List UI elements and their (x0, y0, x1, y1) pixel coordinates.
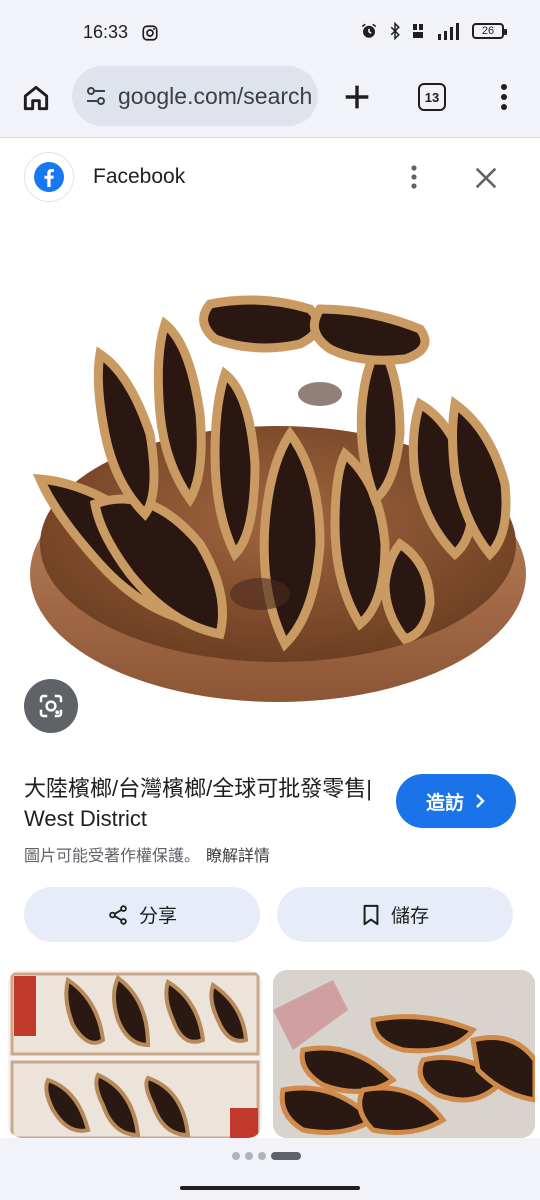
status-time: 16:33 (83, 22, 129, 42)
related-image-2[interactable] (273, 970, 535, 1138)
lens-icon (39, 694, 63, 718)
more-vert-icon[interactable] (494, 80, 514, 114)
url-text: google.com/search (118, 82, 313, 109)
tabs-icon[interactable]: 13 (418, 83, 446, 111)
carousel-dot-active (271, 1152, 301, 1160)
related-image-1[interactable] (8, 970, 262, 1138)
save-label: 儲存 (390, 906, 429, 927)
bottom-bar (0, 1138, 540, 1200)
chevron-right-icon (476, 794, 485, 808)
carousel-dot (232, 1152, 240, 1160)
visit-label: 造訪 (425, 792, 464, 814)
facebook-icon (24, 152, 74, 202)
alarm-icon (361, 23, 377, 38)
tab-count: 13 (424, 89, 440, 105)
carousel-indicator (232, 1152, 301, 1160)
gesture-home-indicator[interactable] (180, 1186, 360, 1190)
copyright-text: 圖片可能受著作權保護。 (24, 848, 201, 865)
source-header: Facebook (0, 140, 540, 214)
share-icon (109, 904, 127, 925)
more-vert-icon[interactable] (404, 162, 424, 192)
bookmark-icon (363, 904, 379, 925)
status-icons: 26 (360, 22, 507, 40)
copyright-notice: 圖片可能受著作權保護。 瞭解詳情 (24, 842, 270, 866)
learn-more-link[interactable]: 瞭解詳情 (206, 848, 270, 865)
plus-icon[interactable] (340, 80, 374, 114)
share-label: 分享 (138, 906, 177, 927)
battery-level: 26 (481, 25, 495, 37)
bluetooth-icon (390, 22, 400, 40)
battery-icon: 26 (472, 23, 507, 39)
address-bar[interactable]: google.com/search (72, 66, 318, 126)
home-icon[interactable] (20, 82, 52, 114)
carousel-dot (245, 1152, 253, 1160)
carousel-dot (258, 1152, 266, 1160)
save-button[interactable]: 儲存 (277, 887, 513, 942)
share-button[interactable]: 分享 (24, 887, 260, 942)
main-image[interactable] (0, 214, 540, 762)
lens-button[interactable] (24, 679, 78, 733)
signal-icon (438, 23, 459, 40)
browser-toolbar: google.com/search 13 (0, 66, 540, 138)
instagram-icon (142, 25, 158, 41)
volte-icon (413, 24, 423, 38)
visit-button[interactable]: 造訪 (396, 774, 516, 828)
close-icon[interactable] (472, 164, 500, 192)
tune-icon[interactable] (84, 84, 108, 108)
source-name[interactable]: Facebook (93, 165, 185, 189)
result-title[interactable]: 大陸檳榔/台灣檳榔/全球可批發零售| West District (24, 774, 374, 834)
status-bar: 16:33 26 (0, 0, 540, 66)
